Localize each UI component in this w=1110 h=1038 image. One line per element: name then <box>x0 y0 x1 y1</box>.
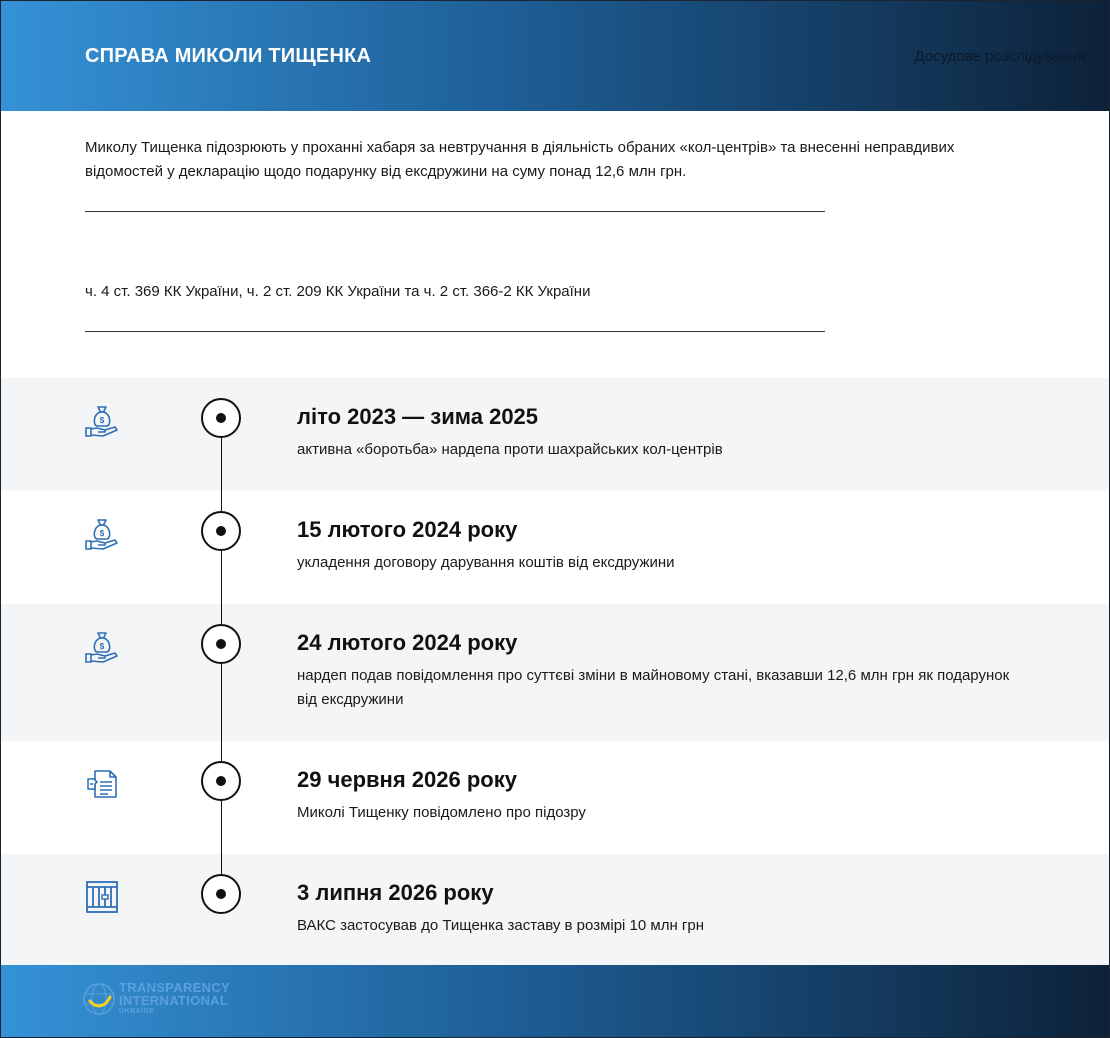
svg-text:$: $ <box>100 642 105 651</box>
timeline-item: $ 15 лютого 2024 року укладення договору… <box>1 491 1109 604</box>
svg-text:$: $ <box>100 529 105 538</box>
documents-icon <box>87 770 117 798</box>
timeline-description: ВАКС застосував до Тищенка заставу в роз… <box>297 917 705 934</box>
timeline-date: 3 липня 2026 року <box>297 880 494 905</box>
footer-banner: TRANSPARENCY INTERNATIONAL UKRAINE <box>1 965 1109 1037</box>
timeline-description: активна «боротьба» нардепа проти шахрайс… <box>297 441 723 458</box>
timeline-description: нардеп подав повідомлення про суттєві зм… <box>297 667 1010 708</box>
timeline-date: 24 лютого 2024 року <box>297 630 518 655</box>
timeline-item: 29 червня 2026 року Миколі Тищенку повід… <box>1 741 1109 854</box>
timeline-marker <box>201 398 241 438</box>
timeline-marker <box>201 624 241 664</box>
timeline-item: $ 24 лютого 2024 року нардеп подав повід… <box>1 604 1109 741</box>
money-bag-hand-icon: $ <box>85 519 118 550</box>
page-title: СПРАВА МИКОЛИ ТИЩЕНКА <box>85 45 372 67</box>
infographic: СПРАВА МИКОЛИ ТИЩЕНКА Досудове розслідув… <box>0 0 1110 1038</box>
logo-line-2: INTERNATIONAL <box>119 993 229 1008</box>
logo-text: TRANSPARENCY INTERNATIONAL <box>119 981 230 1007</box>
globe-icon <box>83 983 115 1015</box>
stage-label: Досудове розслідування <box>914 48 1085 65</box>
intro-text: Миколу Тищенка підозрюють у проханні хаб… <box>85 139 955 180</box>
timeline-marker <box>201 761 241 801</box>
timeline-marker <box>201 511 241 551</box>
svg-text:$: $ <box>100 416 105 425</box>
money-bag-hand-icon: $ <box>85 406 118 437</box>
timeline-description: укладення договору дарування коштів від … <box>297 554 675 571</box>
logo-line-3: UKRAINE <box>119 1008 155 1015</box>
timeline: $ літо 2023 — зима 2025 активна «боротьб… <box>1 378 1109 967</box>
money-bag-hand-icon: $ <box>85 632 118 663</box>
header-banner: СПРАВА МИКОЛИ ТИЩЕНКА Досудове розслідув… <box>1 1 1109 111</box>
timeline-description: Миколі Тищенку повідомлено про підозру <box>297 804 586 821</box>
criminal-code-articles: ч. 4 ст. 369 КК України, ч. 2 ст. 209 КК… <box>85 283 591 300</box>
timeline-date: 29 червня 2026 року <box>297 767 517 792</box>
timeline-date: 15 лютого 2024 року <box>297 517 518 542</box>
transparency-international-logo: TRANSPARENCY INTERNATIONAL UKRAINE <box>83 981 243 1021</box>
divider <box>85 211 825 212</box>
timeline-marker <box>201 874 241 914</box>
timeline-item: $ літо 2023 — зима 2025 активна «боротьб… <box>1 378 1109 491</box>
timeline-item: 3 липня 2026 року ВАКС застосував до Тищ… <box>1 854 1109 967</box>
divider <box>85 331 825 332</box>
timeline-date: літо 2023 — зима 2025 <box>297 404 539 429</box>
prison-bars-icon <box>86 881 118 913</box>
